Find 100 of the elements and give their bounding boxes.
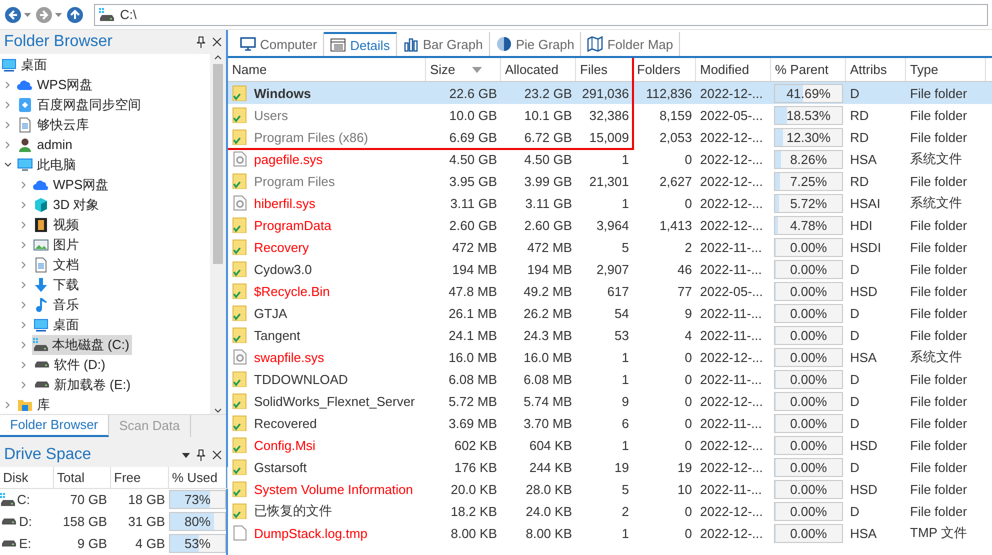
view-tab[interactable]: Bar Graph bbox=[396, 32, 490, 56]
file-name[interactable]: 已恢复的文件 bbox=[254, 502, 332, 520]
tree-item[interactable]: 下载 bbox=[32, 274, 82, 295]
file-name[interactable]: ProgramData bbox=[254, 218, 332, 232]
column-header[interactable]: Files bbox=[576, 58, 633, 81]
percent-reading: 7.25% bbox=[790, 174, 827, 188]
column-header[interactable]: Type bbox=[906, 58, 986, 81]
tree-item[interactable]: 桌面 bbox=[0, 54, 50, 75]
pin-icon[interactable] bbox=[196, 449, 206, 462]
tree-item[interactable]: 图片 bbox=[32, 234, 82, 255]
file-name[interactable]: System Volume Information bbox=[254, 482, 413, 496]
column-header[interactable]: Attribs bbox=[846, 58, 906, 81]
file-name[interactable]: Recovery bbox=[254, 240, 309, 254]
tree-item[interactable]: 百度网盘同步空间 bbox=[16, 94, 144, 115]
usage-reading: 73% bbox=[184, 492, 211, 508]
file-name[interactable]: Config.Msi bbox=[254, 438, 316, 452]
file-name[interactable]: DumpStack.log.tmp bbox=[254, 526, 368, 540]
file-name[interactable]: Users bbox=[254, 108, 288, 122]
table-cell-text: File folder bbox=[909, 460, 968, 474]
column-header[interactable]: % Used bbox=[169, 466, 228, 489]
scrollbar[interactable] bbox=[210, 54, 226, 414]
table-cell-text: 9 bbox=[684, 306, 693, 320]
back-button[interactable] bbox=[4, 6, 31, 24]
drive-icon bbox=[0, 540, 16, 548]
table-cell-text: 112,836 bbox=[644, 86, 693, 100]
file-name[interactable]: TDDOWNLOAD bbox=[254, 372, 348, 386]
column-header[interactable]: Size bbox=[426, 58, 501, 81]
pin-icon[interactable] bbox=[196, 36, 206, 48]
scroll-down-icon[interactable] bbox=[214, 408, 222, 414]
file-name[interactable]: GTJA bbox=[254, 306, 288, 320]
column-header[interactable]: % Parent bbox=[771, 58, 846, 81]
tree-item[interactable]: 够快云库 bbox=[16, 114, 92, 135]
table-cell-text: 4 bbox=[684, 328, 693, 342]
percent-reading: 0.00% bbox=[790, 438, 827, 452]
column-header[interactable]: Modified bbox=[696, 58, 771, 81]
view-tab[interactable]: Pie Graph bbox=[490, 32, 582, 56]
scroll-up-icon[interactable] bbox=[214, 54, 222, 60]
table-cell-text: File folder bbox=[909, 482, 968, 496]
table-cell-text: 2022-12-... bbox=[699, 196, 764, 210]
tree-item[interactable]: 桌面 bbox=[32, 314, 82, 335]
tree-item[interactable]: 软件 (D:) bbox=[32, 354, 108, 375]
music-note-icon bbox=[33, 296, 49, 313]
cube-icon bbox=[33, 196, 49, 213]
file-name[interactable]: Tangent bbox=[254, 328, 300, 342]
dropdown-icon[interactable] bbox=[182, 452, 190, 458]
table-cell-text: HSA bbox=[849, 526, 878, 540]
tree-item[interactable]: 视频 bbox=[32, 214, 82, 235]
tree-item[interactable]: 文档 bbox=[32, 254, 82, 275]
folder-check-icon bbox=[232, 173, 248, 189]
percent-reading: 0.00% bbox=[790, 262, 827, 276]
table-cell-text: D bbox=[849, 460, 860, 474]
file-name[interactable]: Recovered bbox=[254, 416, 317, 430]
table-cell-text: 2022-11-... bbox=[699, 306, 763, 320]
column-header[interactable]: Name bbox=[228, 58, 426, 81]
forward-button[interactable] bbox=[35, 6, 62, 24]
view-tab[interactable]: Details bbox=[324, 32, 397, 56]
column-header[interactable]: Allocated bbox=[501, 58, 576, 81]
pane-tab[interactable]: Folder Browser bbox=[0, 414, 110, 438]
table-cell-text: 2022-12-... bbox=[699, 152, 764, 166]
file-name[interactable]: hiberfil.sys bbox=[254, 196, 316, 210]
table-cell-text: 2022-11-... bbox=[699, 328, 763, 342]
column-header[interactable]: Disk bbox=[0, 466, 54, 489]
tree-item[interactable]: 音乐 bbox=[32, 294, 82, 315]
file-name[interactable]: swapfile.sys bbox=[254, 350, 324, 364]
file-name[interactable]: $Recycle.Bin bbox=[254, 284, 330, 298]
view-tab[interactable]: Folder Map bbox=[581, 32, 680, 56]
table-cell-text: File folder bbox=[909, 394, 968, 408]
close-icon[interactable] bbox=[212, 36, 222, 47]
column-header[interactable]: Total bbox=[54, 466, 111, 489]
file-name[interactable]: Gstarsoft bbox=[254, 460, 307, 474]
chevron-icon[interactable] bbox=[4, 160, 12, 169]
column-header[interactable]: Folders bbox=[633, 58, 696, 81]
table-cell-text: 15,009 bbox=[588, 130, 630, 144]
file-name[interactable]: Program Files bbox=[254, 174, 335, 188]
file-name[interactable]: SolidWorks_Flexnet_Server bbox=[254, 394, 415, 408]
file-name[interactable]: Cydow3.0 bbox=[254, 262, 312, 276]
tree-item[interactable]: 库 bbox=[16, 394, 53, 415]
table-cell-text: 54 bbox=[614, 306, 630, 320]
file-name[interactable]: pagefile.sys bbox=[254, 152, 323, 166]
tree-item[interactable]: 本地磁盘 (C:) bbox=[32, 334, 132, 355]
column-header[interactable]: Free bbox=[111, 466, 169, 489]
tree-item[interactable]: 3D 对象 bbox=[32, 194, 102, 215]
table-cell-text: 1 bbox=[620, 526, 630, 540]
tree-item[interactable]: WPS网盘 bbox=[16, 74, 96, 95]
close-icon[interactable] bbox=[212, 450, 222, 460]
folder-check-icon bbox=[232, 239, 248, 255]
tree-item[interactable]: WPS网盘 bbox=[32, 174, 112, 195]
file-name[interactable]: Windows bbox=[254, 86, 311, 100]
tree-item[interactable]: 此电脑 bbox=[16, 154, 79, 175]
table-cell-text: 5.72 MB bbox=[448, 394, 498, 408]
table-cell-text: 244 KB bbox=[528, 460, 573, 474]
up-button[interactable] bbox=[66, 6, 84, 24]
file-name[interactable]: Program Files (x86) bbox=[254, 130, 368, 144]
table-cell-text: HDI bbox=[849, 218, 874, 232]
caret-icon bbox=[24, 12, 31, 16]
address-field[interactable]: C:\ bbox=[94, 4, 988, 26]
tree-item[interactable]: 新加载卷 (E:) bbox=[32, 374, 134, 395]
table-cell-text: 系统文件 bbox=[909, 150, 963, 168]
table-cell-text: 19 bbox=[676, 460, 693, 474]
tree-item[interactable]: admin bbox=[16, 136, 76, 154]
